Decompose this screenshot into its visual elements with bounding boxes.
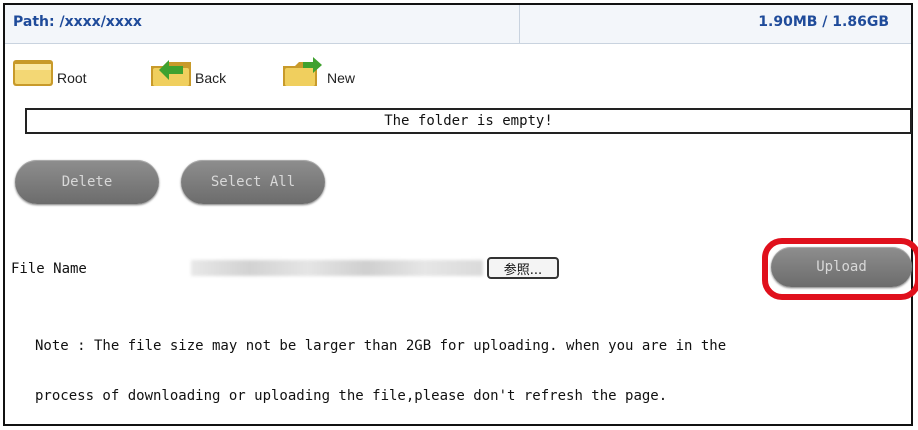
empty-folder-message: The folder is empty! [25,108,912,134]
new-label: New [327,70,356,86]
browse-label: 参照... [503,262,543,278]
upload-label: Upload [816,259,867,275]
browse-button[interactable]: 参照... [487,257,559,279]
file-name-label: File Name [11,261,87,277]
note-line-1: Note : The file size may not be larger t… [35,338,727,354]
storage-usage: 1.90MB / 1.86GB [758,14,889,30]
header-bar: Path: /xxxx/xxxx 1.90MB / 1.86GB [5,5,911,44]
current-path: Path: /xxxx/xxxx [13,14,142,30]
delete-button[interactable]: Delete [15,160,159,204]
folder-new-icon [283,57,322,86]
root-button[interactable]: Root [11,52,87,88]
folder-root-icon [13,60,53,86]
note-line-2: process of downloading or uploading the … [35,388,668,404]
root-label: Root [57,70,87,86]
folder-back-icon [151,60,191,86]
file-manager-panel: Path: /xxxx/xxxx 1.90MB / 1.86GB Root Ba… [3,3,918,426]
header-divider [519,5,520,43]
delete-label: Delete [61,174,113,190]
select-all-label: Select All [210,174,296,190]
file-path-input[interactable] [191,260,483,276]
empty-message-text: The folder is empty! [384,113,553,129]
back-label: Back [195,70,227,86]
select-all-button[interactable]: Select All [181,160,325,204]
upload-button[interactable]: Upload [771,247,912,287]
new-folder-button[interactable]: New [281,52,355,88]
back-button[interactable]: Back [149,52,226,88]
